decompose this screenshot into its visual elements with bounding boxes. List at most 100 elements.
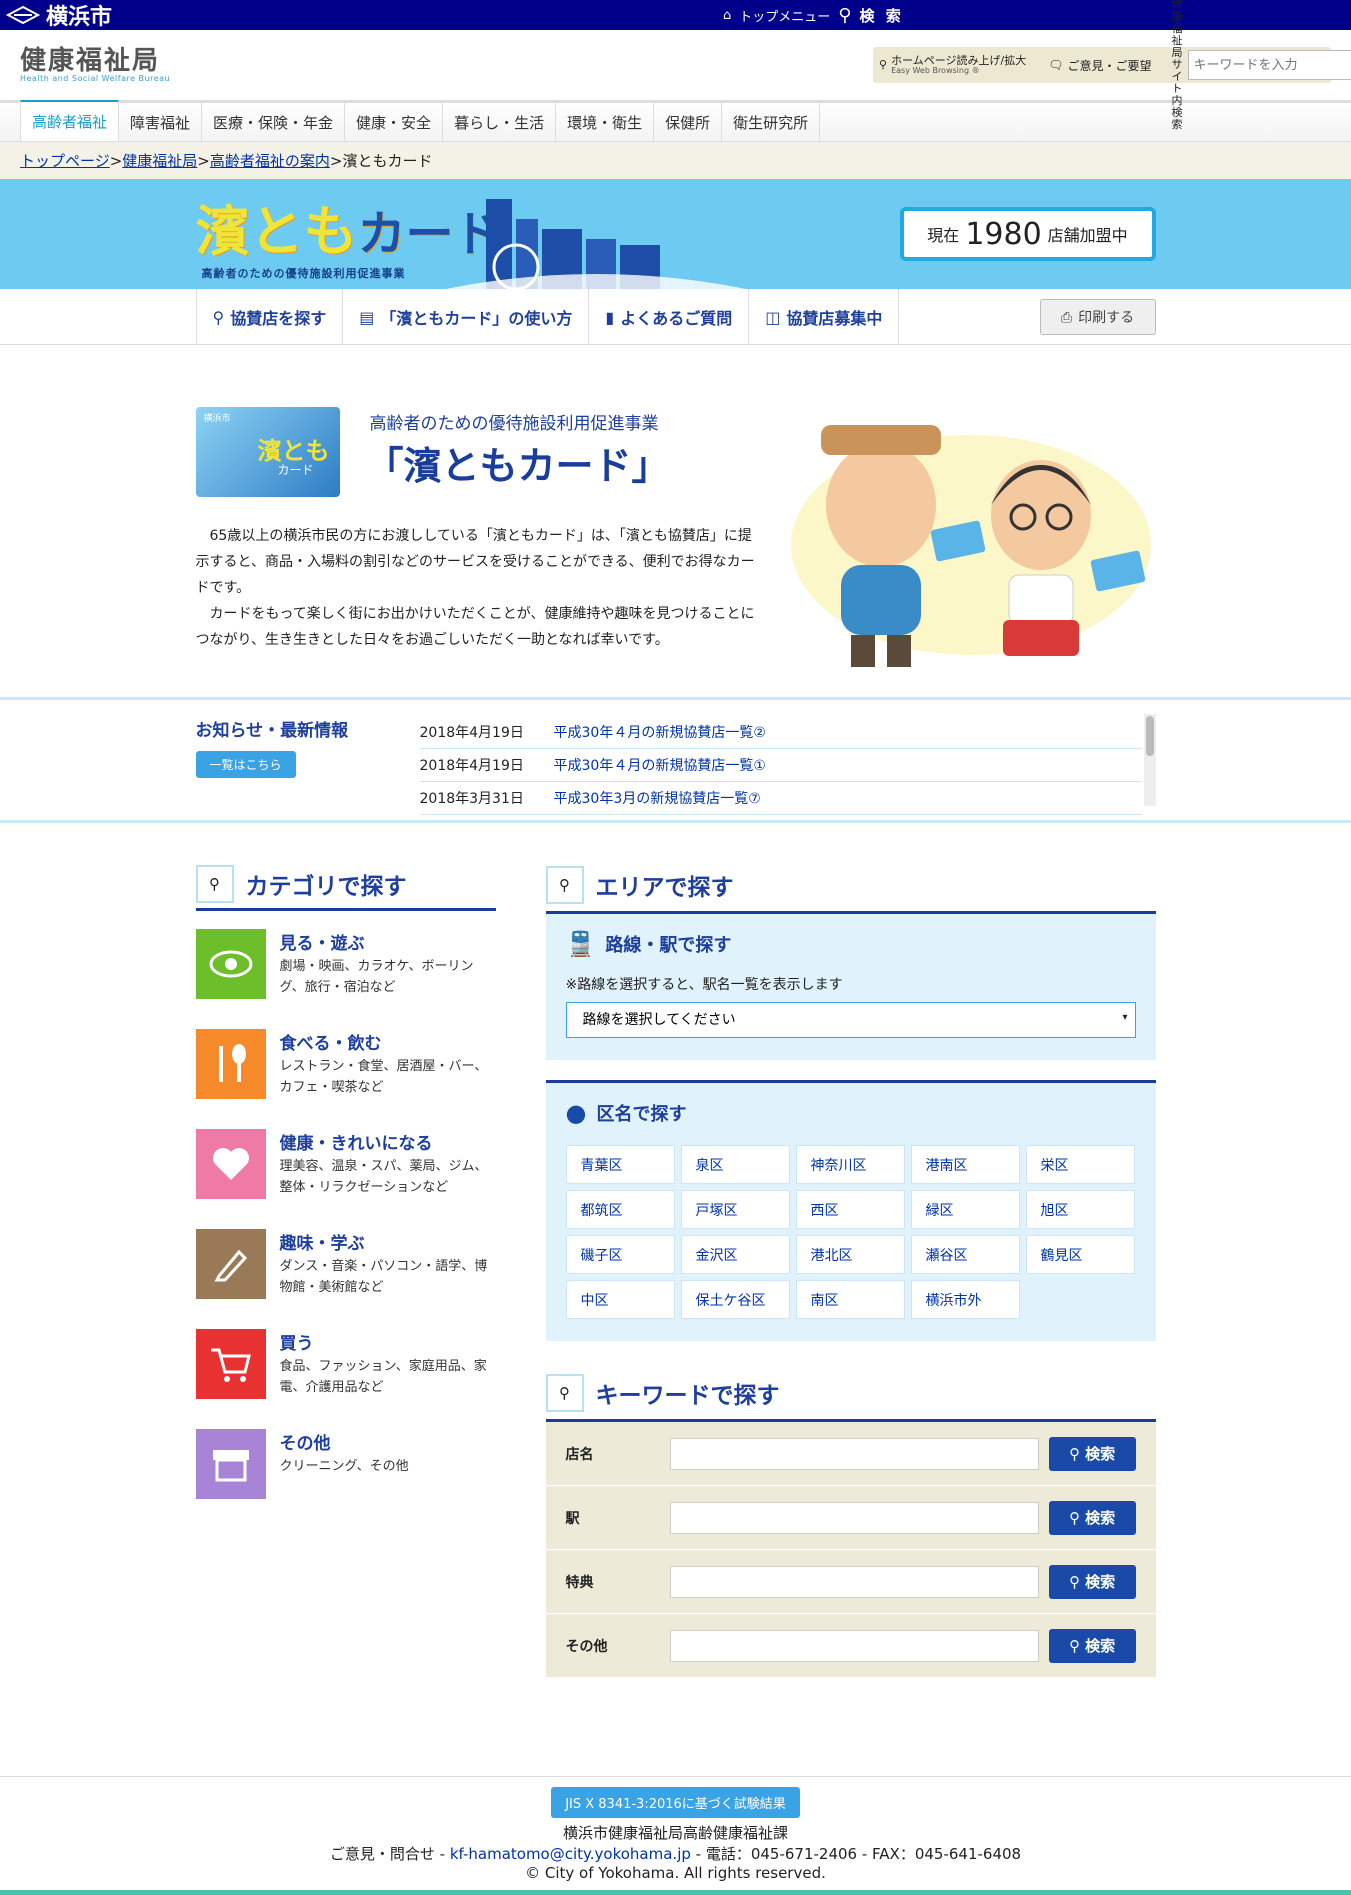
other-input[interactable] [670,1629,1039,1662]
breadcrumb-top[interactable]: トップページ [20,150,110,171]
nav-disability-welfare[interactable]: 障害福祉 [119,103,203,141]
category-link-see-play[interactable]: 見る・遊ぶ [280,934,365,954]
category-item: 趣味・学ぶ ダンス・音楽・パソコン・語学、博物館・美術館など [195,1229,496,1311]
shopping-cart-icon[interactable] [195,1329,266,1399]
fork-spoon-icon[interactable] [195,1029,266,1099]
ward-link[interactable]: 栄区 [1025,1145,1135,1184]
eye-icon[interactable] [195,929,266,999]
print-button[interactable]: ⎙ 印刷する [1039,299,1156,335]
ward-link[interactable]: 瀬谷区 [910,1235,1020,1274]
category-link-eat-drink[interactable]: 食べる・飲む [280,1034,382,1054]
category-desc: レストラン・食堂、居酒屋・バー、カフェ・喫茶など [279,1059,488,1095]
breadcrumb-elderly[interactable]: 高齢者福祉の案内 [210,150,330,171]
category-link-other[interactable]: その他 [280,1434,331,1454]
ward-link[interactable]: 青葉区 [565,1145,675,1184]
ward-link[interactable]: 泉区 [680,1145,790,1184]
search-icon: ⚲ [1069,1508,1081,1527]
ward-link[interactable]: 都筑区 [565,1190,675,1229]
ward-link[interactable]: 中区 [565,1280,675,1319]
faq-link[interactable]: ▮ よくあるご質問 [589,289,750,345]
card-icon: ▤ [359,307,375,327]
ward-link[interactable]: 金沢区 [680,1235,790,1274]
benefit-search-button[interactable]: ⚲ 検索 [1048,1564,1136,1599]
opinion-link[interactable]: 🗨 ご意見・ご要望 [1048,57,1151,74]
category-item: 買う食品、ファッション、家庭用品、家電、介護用品など [195,1329,496,1411]
contact-prefix: ご意見・問合せ - [329,1845,450,1863]
search-area: ⚲ カテゴリで探す 見る・遊ぶ 劇場・映画、カラオケ、ボーリング、旅行・宿泊など 食… [195,823,1156,1678]
top-menu-link[interactable]: トップメニュー [739,6,830,25]
jis-results-button[interactable]: JIS X 8341-3:2016に基づく試験結果 [551,1787,800,1818]
news-link[interactable]: 平成30年3月の新規協賛店一覧⑦ [554,788,761,808]
ward-link[interactable]: 西区 [795,1190,905,1229]
site-header: 健康福祉局 Health and Social Welfare Bureau ⚲… [0,0,1351,131]
ward-link[interactable]: 保土ケ谷区 [680,1280,790,1319]
recruit-link[interactable]: ◫ 協賛店募集中 [749,289,900,345]
news-link[interactable]: 平成30年４月の新規協賛店一覧① [554,755,766,775]
category-link-health-beauty[interactable]: 健康・きれいになる [280,1134,433,1154]
footer-copyright: © City of Yokohama. All rights reserved. [525,1864,826,1882]
global-nav: 高齢者福祉 障害福祉 医療・保険・年金 健康・安全 暮らし・生活 環境・衛生 保… [0,100,1351,142]
nav-health-center[interactable]: 保健所 [654,103,723,141]
bureau-logo[interactable]: 健康福祉局 Health and Social Welfare Bureau [20,48,170,83]
news-item: 2018年3月31日 平成30年3月の新規協賛店一覧⑦ [419,782,1142,815]
faq-label: よくあるご質問 [620,309,733,328]
nav-environment-hygiene[interactable]: 環境・衛生 [556,103,655,141]
ward-link[interactable]: 神奈川区 [795,1145,905,1184]
store-front-icon[interactable] [195,1429,266,1499]
station-input[interactable] [670,1501,1039,1534]
recruit-label: 協賛店募集中 [786,309,883,328]
ward-link[interactable]: 横浜市外 [910,1280,1020,1319]
nav-institute-of-health[interactable]: 衛生研究所 [722,103,821,141]
footer-contact: ご意見・問合せ - kf-hamatomo@city.yokohama.jp -… [0,1843,1351,1864]
pin-icon: ⚲ [879,57,888,71]
pencil-icon[interactable] [195,1229,266,1299]
ward-link[interactable]: 戸塚区 [680,1190,790,1229]
nav-living[interactable]: 暮らし・生活 [443,103,557,141]
ward-link[interactable]: 南区 [795,1280,905,1319]
category-item: その他 クリーニング、その他 [195,1429,496,1511]
contact-email-link[interactable]: kf-hamatomo@city.yokohama.jp [450,1845,691,1863]
intro-description: 65歳以上の横浜市民の方にお渡ししている「濱ともカード」は、「濱とも協賛店」に提… [196,523,764,653]
sparkle-heart-icon[interactable] [195,1129,266,1199]
news-scrollbar-thumb[interactable] [1145,716,1154,756]
breadcrumb-bureau[interactable]: 健康福祉局 [122,150,197,171]
line-select[interactable]: 路線を選択してください [565,1002,1136,1038]
city-logo[interactable]: 横浜市 [6,0,112,31]
station-search-button[interactable]: ⚲ 検索 [1048,1500,1136,1535]
chat-icon: ▮ [605,307,615,327]
benefit-input[interactable] [670,1565,1039,1598]
keyword-label-store: 店名 [565,1446,594,1463]
yokohama-emblem-icon [6,5,40,25]
store-name-input[interactable] [670,1437,1039,1470]
nav-health-safety[interactable]: 健康・安全 [345,103,444,141]
store-search-button[interactable]: ⚲ 検索 [1048,1436,1136,1471]
news-scrollbar[interactable] [1143,714,1156,806]
top-search-link[interactable]: 検 索 [859,5,903,26]
keyword-title: キーワードで探す [595,1383,780,1409]
intro-paragraph-1: 65歳以上の横浜市民の方にお渡ししている「濱ともカード」は、「濱とも協賛店」に提… [195,528,755,596]
search-icon: ⚲ [838,4,852,26]
ward-link[interactable]: 旭区 [1025,1190,1135,1229]
ward-link[interactable]: 鶴見区 [1025,1235,1135,1274]
news-more-button[interactable]: 一覧はこちら [195,751,296,778]
search-button-label: 検索 [1085,1509,1116,1527]
opinion-label: ご意見・ご要望 [1067,58,1152,73]
category-desc: 食品、ファッション、家庭用品、家電、介護用品など [279,1359,487,1395]
ward-link[interactable]: 緑区 [910,1190,1020,1229]
ward-link[interactable]: 港南区 [910,1145,1020,1184]
ward-link[interactable]: 港北区 [795,1235,905,1274]
easy-browse-link[interactable]: ⚲ ホームページ読み上げ/拡大 Easy Web Browsing ® [879,54,1026,76]
easy-browse-en: Easy Web Browsing ® [891,65,980,75]
category-link-hobby-learn[interactable]: 趣味・学ぶ [280,1234,365,1254]
news-link[interactable]: 平成30年４月の新規協賛店一覧② [554,722,766,742]
how-to-use-link[interactable]: ▤ 「濱ともカード」の使い方 [343,289,590,345]
site-search-input[interactable] [1188,50,1351,80]
category-title: カテゴリで探す [245,873,407,900]
other-search-button[interactable]: ⚲ 検索 [1048,1628,1136,1663]
nav-medical-insurance-pension[interactable]: 医療・保険・年金 [202,103,346,141]
site-search-label: 健康福祉局 サイト内検索 [1171,0,1183,132]
ward-link[interactable]: 磯子区 [565,1235,675,1274]
find-stores-link[interactable]: ⚲ 協賛店を探す [195,289,344,345]
category-link-shop[interactable]: 買う [280,1334,314,1354]
nav-elderly-welfare[interactable]: 高齢者福祉 [20,100,120,141]
